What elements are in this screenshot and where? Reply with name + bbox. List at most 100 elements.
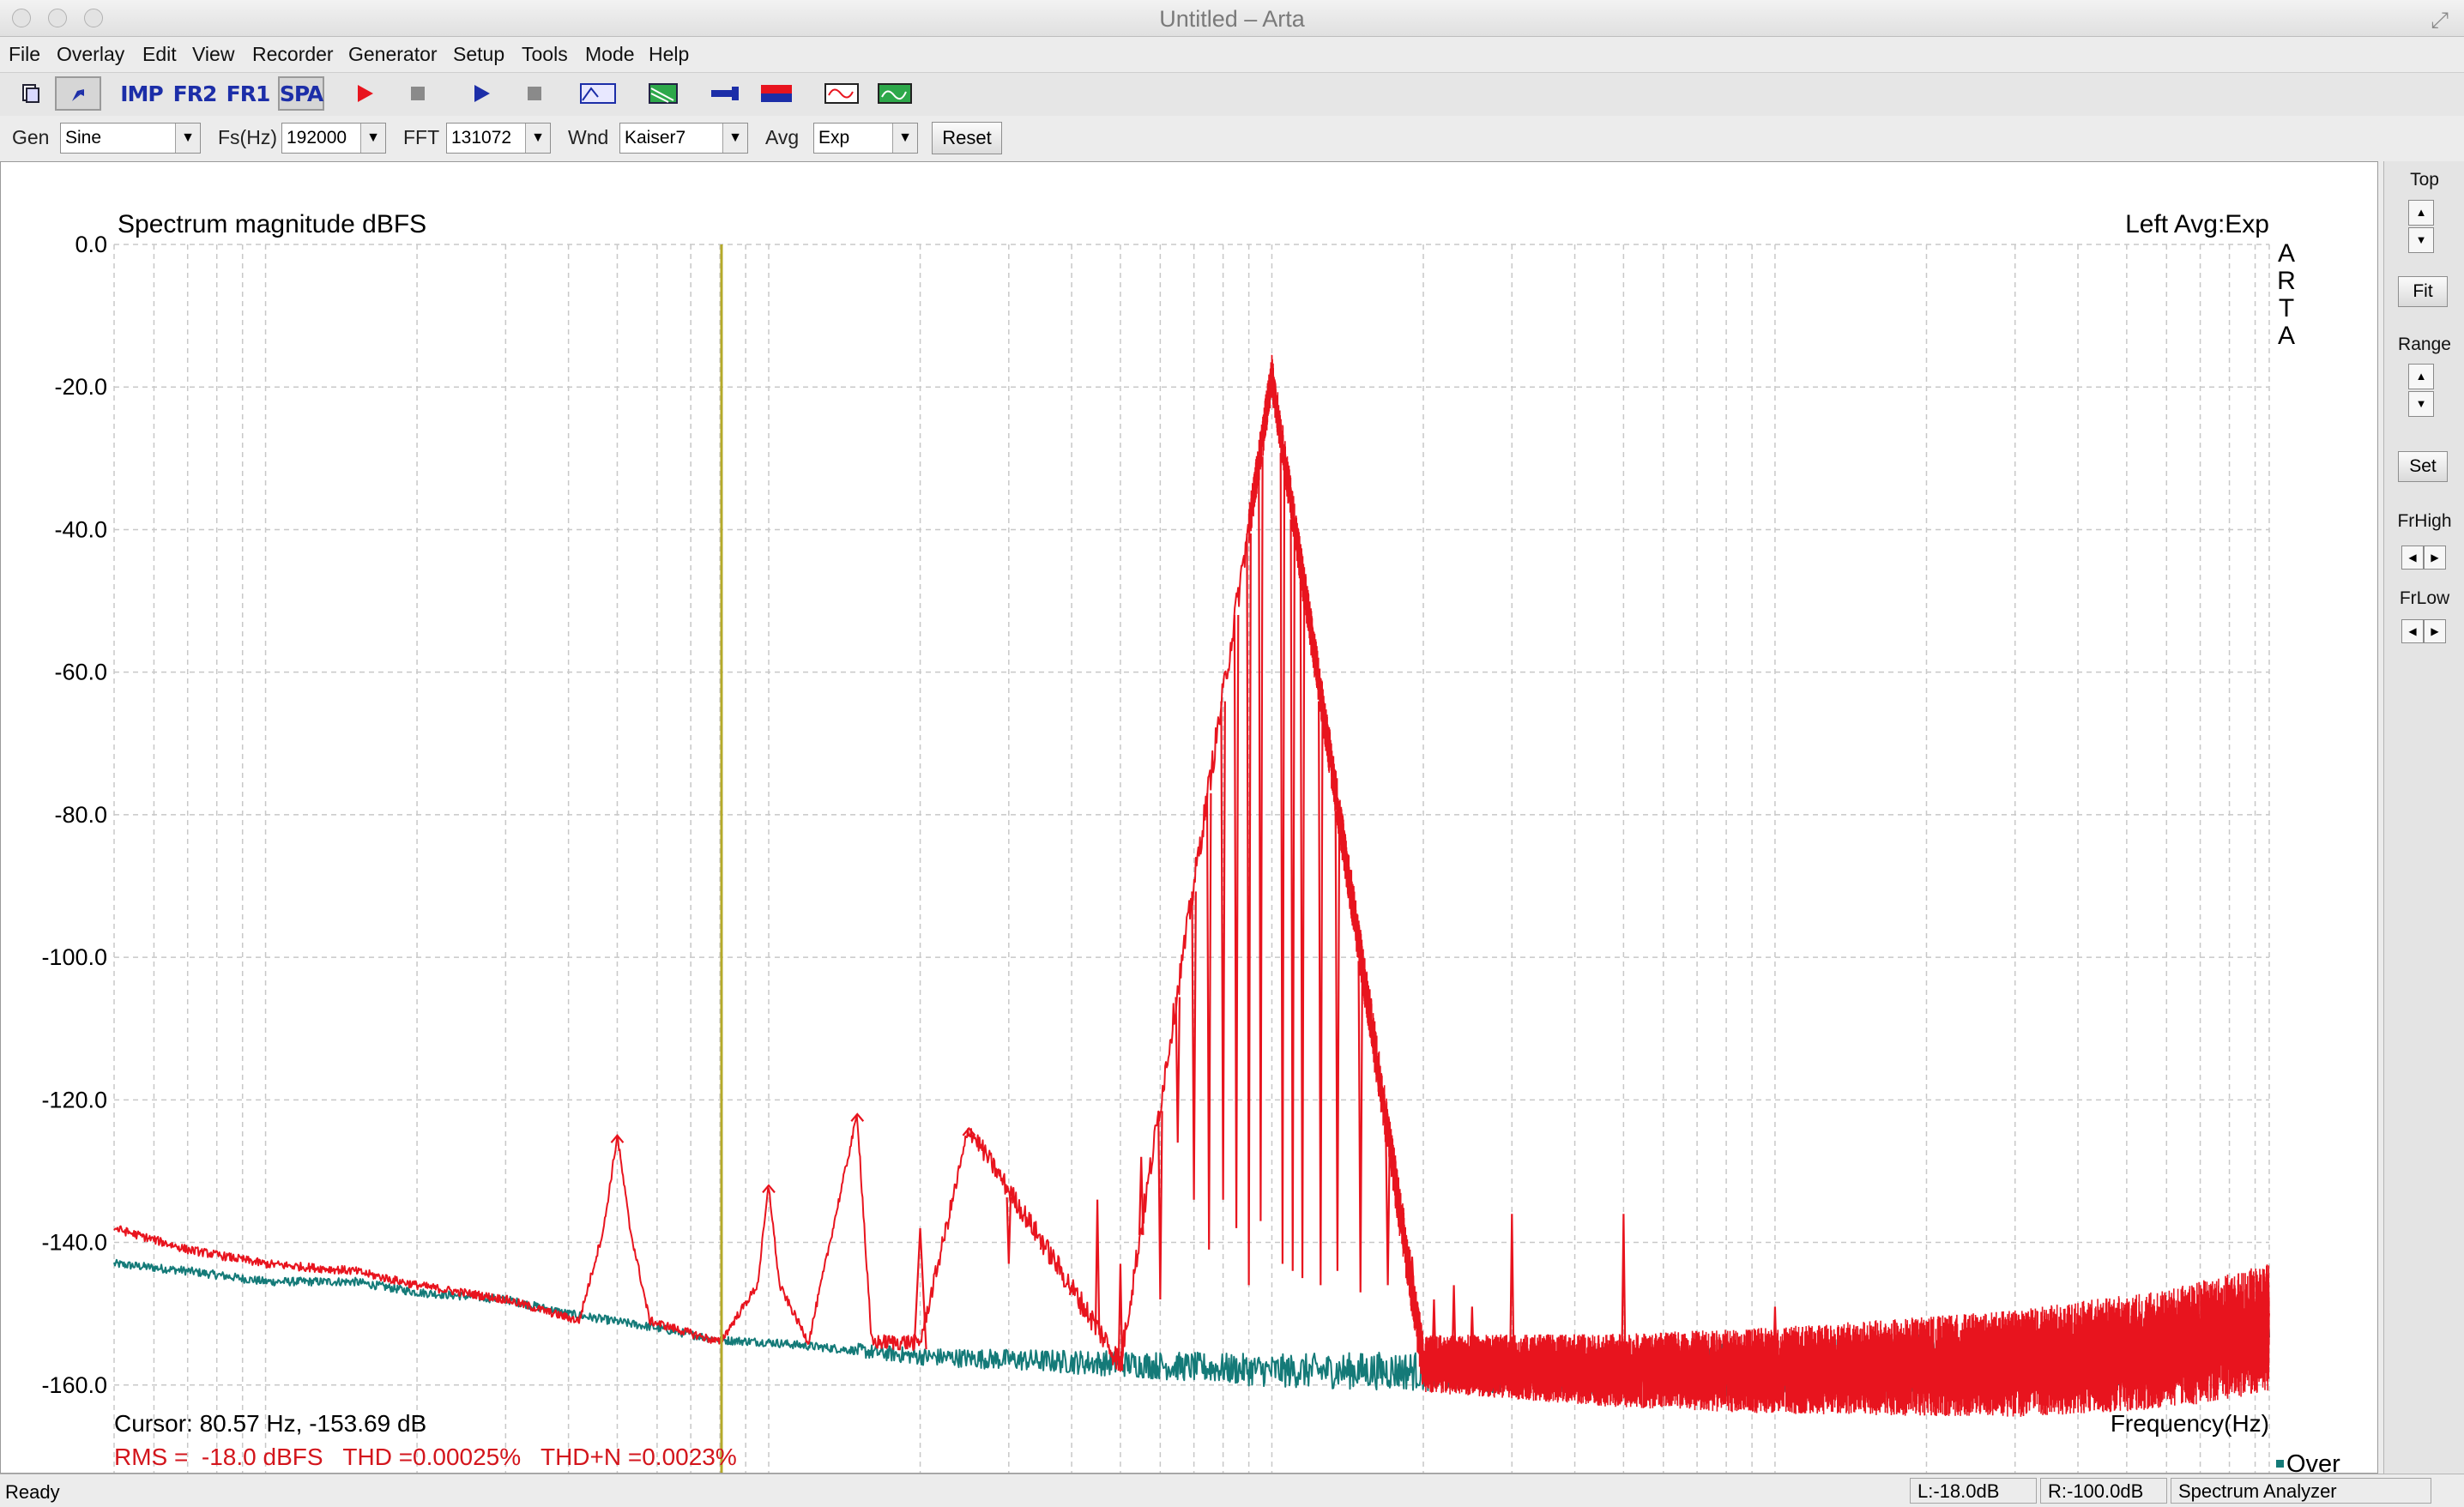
spectrum-plot-panel[interactable]: 0.0 -20.0 -40.0 -60.0 -80.0 -100.0 -120.0 -140.…	[0, 161, 2378, 1474]
new-file-button[interactable]	[7, 76, 53, 111]
fit-button[interactable]: Fit	[2398, 276, 2448, 307]
set-button[interactable]: Set	[2398, 451, 2448, 482]
cursor-readout: Cursor: 80.57 Hz, -153.69 dB	[114, 1410, 426, 1437]
chart-title: Spectrum magnitude dBFS	[118, 210, 426, 238]
harmonic-spike	[1246, 533, 1252, 1286]
wnd-select[interactable]: Kaiser7 ▼	[619, 123, 748, 154]
impulse-mode-button[interactable]: IMP	[118, 76, 165, 111]
chevron-down-icon[interactable]: ▼	[722, 124, 747, 153]
stop-icon	[528, 87, 541, 100]
level-meter-button[interactable]	[753, 76, 800, 111]
legend: Over Magn	[2276, 1450, 2340, 1473]
menu-mode[interactable]: Mode	[585, 43, 635, 66]
y-tick-label: -20.0	[54, 374, 107, 400]
settings-bar: Gen Sine ▼ Fs(Hz) 192000 ▼ FFT 131072 ▼ …	[0, 116, 2464, 160]
frlow-right-button[interactable]: ▶	[2424, 619, 2446, 643]
harmonic-spike	[1258, 456, 1264, 1221]
fft-label: FFT	[403, 126, 440, 148]
y-tick-label: -160.0	[41, 1372, 107, 1398]
connector-button[interactable]	[702, 76, 748, 111]
arta-letter: A	[2278, 239, 2295, 268]
y-tick-label: -100.0	[41, 944, 107, 970]
gen-select[interactable]: Sine ▼	[60, 123, 201, 154]
stop-icon	[411, 87, 425, 100]
green-chart-icon	[649, 83, 678, 104]
menu-overlay[interactable]: Overlay	[57, 43, 124, 66]
record-play-icon	[358, 85, 373, 102]
x-axis-label: Frequency(Hz)	[2111, 1410, 2269, 1437]
harmonic-spike	[1334, 811, 1341, 1271]
fullscreen-icon[interactable]: ⤢	[2431, 7, 2449, 34]
y-tick-label: -80.0	[54, 802, 107, 828]
harmonic-spike	[1233, 614, 1240, 1228]
y-tick-label: -40.0	[54, 516, 107, 542]
legend-swatch-over	[2276, 1460, 2284, 1468]
imp-label: IMP	[120, 81, 164, 106]
window-title: Untitled – Arta	[1159, 6, 1305, 32]
oscilloscope-button[interactable]	[818, 76, 865, 111]
menu-recorder[interactable]: Recorder	[252, 43, 334, 66]
arta-watermark: ARTA	[2277, 239, 2296, 350]
chevron-down-icon[interactable]: ▼	[175, 124, 200, 153]
fr2-mode-button[interactable]: FR2	[172, 76, 218, 111]
top-down-button[interactable]: ▼	[2408, 227, 2434, 253]
range-up-button[interactable]: ▲	[2408, 364, 2434, 389]
harmonic-spike	[1094, 1199, 1101, 1335]
fr1-mode-button[interactable]: FR1	[225, 76, 271, 111]
harmonic-spike	[1157, 1111, 1163, 1300]
reset-button[interactable]: Reset	[932, 122, 1002, 154]
generator-play-button[interactable]	[458, 76, 504, 111]
menu-help[interactable]: Help	[649, 43, 689, 66]
avg-select[interactable]: Exp ▼	[813, 123, 918, 154]
record-stop-button[interactable]	[395, 76, 441, 111]
frlow-left-button[interactable]: ◀	[2401, 619, 2424, 643]
abc-chart-icon	[580, 83, 616, 104]
left-level: L:-18.0dB	[1910, 1478, 2037, 1504]
record-button[interactable]	[341, 76, 388, 111]
spa-mode-button[interactable]: SPA	[278, 76, 324, 111]
scale-control-panel: Top ▲ ▼ Fit Range ▲ ▼ Set FrHigh ◀ ▶ FrL…	[2383, 161, 2464, 1474]
menu-edit[interactable]: Edit	[142, 43, 177, 66]
range-down-button[interactable]: ▼	[2408, 391, 2434, 417]
range-label: Range	[2398, 335, 2451, 354]
menu-file[interactable]: File	[9, 43, 40, 66]
overlay-chart-button[interactable]	[640, 76, 686, 111]
fft-select[interactable]: 131072 ▼	[446, 123, 551, 154]
connector-icon	[711, 87, 739, 100]
status-bar: Ready L:-18.0dB R:-100.0dB Spectrum Anal…	[0, 1474, 2464, 1507]
play-icon	[474, 85, 490, 102]
menu-bar: File Overlay Edit View Recorder Generato…	[0, 38, 2464, 70]
frhigh-left-button[interactable]: ◀	[2401, 546, 2424, 570]
stats-readout: RMS = -18.0 dBFS THD =0.00025% THD+N =0.…	[114, 1444, 737, 1470]
abc-button[interactable]	[575, 76, 621, 111]
frhigh-right-button[interactable]: ▶	[2424, 546, 2446, 570]
fs-label: Fs(Hz)	[218, 126, 277, 148]
y-tick-label: -60.0	[54, 660, 107, 685]
spectrum-scope-button[interactable]	[872, 76, 918, 111]
y-tick-label: -140.0	[41, 1230, 107, 1256]
arta-letter: A	[2278, 322, 2295, 350]
spa-label: SPA	[279, 81, 323, 106]
level-meter-icon	[761, 85, 792, 102]
generator-stop-button[interactable]	[511, 76, 558, 111]
oscilloscope-icon	[824, 83, 859, 104]
chevron-down-icon[interactable]: ▼	[892, 124, 917, 153]
harmonic-spike	[1318, 701, 1324, 1286]
cursor-mode-button[interactable]	[55, 76, 101, 111]
harmonic-spike	[1279, 453, 1286, 1264]
menu-view[interactable]: View	[192, 43, 234, 66]
spectrum-chart[interactable]: 0.0 -20.0 -40.0 -60.0 -80.0 -100.0 -120.0 -140.…	[1, 162, 2377, 1473]
top-up-button[interactable]: ▲	[2408, 200, 2434, 226]
menu-generator[interactable]: Generator	[348, 43, 438, 66]
chevron-down-icon[interactable]: ▼	[525, 124, 550, 153]
harmonic-spike	[1385, 1139, 1391, 1286]
fs-select[interactable]: 192000 ▼	[281, 123, 386, 154]
menu-tools[interactable]: Tools	[522, 43, 568, 66]
fr2-label: FR2	[172, 81, 218, 106]
chevron-down-icon[interactable]: ▼	[360, 124, 385, 153]
right-level: R:-100.0dB	[2040, 1478, 2167, 1504]
y-tick-labels: 0.0 -20.0 -40.0 -60.0 -80.0 -100.0 -120.0 -140.…	[41, 232, 107, 1398]
harmonic-spike	[1299, 582, 1306, 1279]
mode-indicator: Spectrum Analyzer	[2171, 1478, 2431, 1504]
menu-setup[interactable]: Setup	[453, 43, 504, 66]
